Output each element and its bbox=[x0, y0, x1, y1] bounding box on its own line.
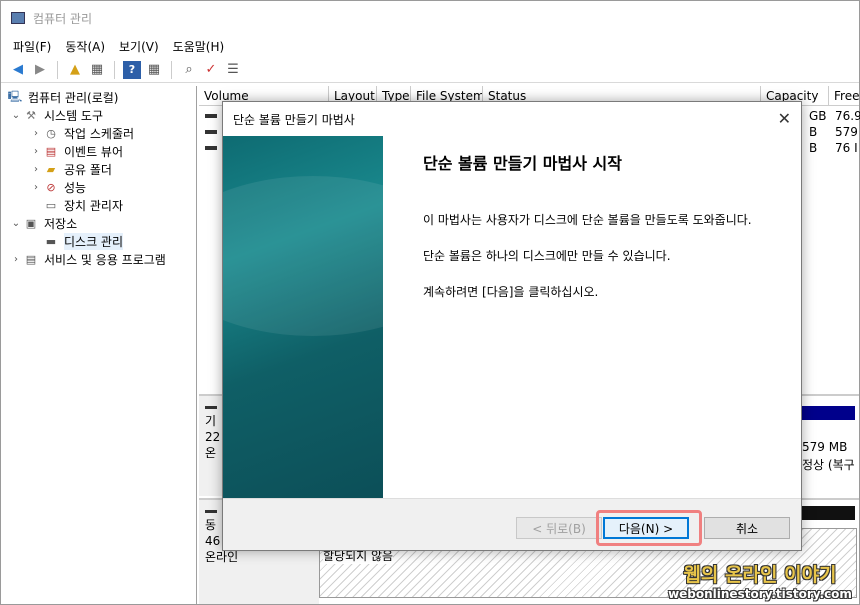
tree-label: 서비스 및 응용 프로그램 bbox=[44, 252, 166, 267]
tree-label: 시스템 도구 bbox=[44, 108, 104, 123]
tree-item-device-manager[interactable]: ▭ 장치 관리자 bbox=[1, 196, 196, 214]
free-cell: 579 bbox=[835, 125, 858, 139]
disk-icon bbox=[205, 406, 217, 409]
connect-icon[interactable]: ⌕ bbox=[180, 61, 198, 79]
menu-view[interactable]: 보기(V) bbox=[119, 38, 159, 55]
show-hide-pane-icon[interactable]: ▦ bbox=[145, 61, 163, 79]
tree-label: 작업 스케줄러 bbox=[64, 126, 135, 141]
close-icon[interactable]: ✕ bbox=[778, 109, 791, 128]
watermark-url: webonlinestory.tistory.com bbox=[668, 587, 852, 601]
wizard-heading: 단순 볼륨 만들기 마법사 시작 bbox=[423, 154, 622, 173]
capacity-cell: GB bbox=[809, 109, 827, 123]
cancel-button[interactable]: 취소 bbox=[704, 517, 790, 539]
next-button[interactable]: 다음(N) > bbox=[603, 517, 689, 539]
tree-item-event-viewer[interactable]: › ▤ 이벤트 뷰어 bbox=[1, 142, 196, 160]
chevron-right-icon[interactable]: › bbox=[29, 182, 43, 193]
disk-line: 온라인 bbox=[205, 550, 239, 564]
forward-arrow-icon[interactable]: ▶ bbox=[31, 61, 49, 79]
menu-file[interactable]: 파일(F) bbox=[13, 38, 51, 55]
chevron-right-icon[interactable]: › bbox=[29, 146, 43, 157]
disk-icon bbox=[205, 510, 217, 513]
back-button[interactable]: < 뒤로(B) bbox=[516, 517, 602, 539]
up-folder-icon[interactable]: ▲ bbox=[66, 61, 84, 79]
partition-size: 579 MB bbox=[802, 440, 848, 454]
disk-icon: ▬ bbox=[45, 234, 57, 248]
console-tree: 🖳 컴퓨터 관리(로컬) ⌄ ⚒ 시스템 도구 › ◷ 작업 스케줄러 › ▤ … bbox=[1, 86, 197, 604]
wizard-instruction: 계속하려면 [다음]을 클릭하십시오. bbox=[423, 285, 599, 299]
tree-label: 컴퓨터 관리(로컬) bbox=[28, 90, 119, 105]
menu-help[interactable]: 도움말(H) bbox=[173, 38, 225, 55]
volume-icon bbox=[205, 146, 217, 150]
free-cell: 76 I bbox=[835, 141, 858, 155]
watermark-title: 웹의 온라인 이야기 bbox=[683, 564, 837, 586]
volume-icon bbox=[205, 114, 217, 118]
shared-folder-icon: ▰ bbox=[46, 162, 56, 176]
wizard-description: 단순 볼륨은 하나의 디스크에만 만들 수 있습니다. bbox=[423, 249, 671, 263]
device-manager-icon: ▭ bbox=[45, 198, 57, 212]
tree-label: 저장소 bbox=[44, 216, 78, 231]
chevron-down-icon[interactable]: ⌄ bbox=[9, 218, 23, 229]
dialog-title-bar: 단순 볼륨 만들기 마법사 ✕ bbox=[223, 102, 801, 136]
tree-label: 성능 bbox=[64, 180, 87, 195]
tree-item-storage[interactable]: ⌄ ▣ 저장소 bbox=[1, 214, 196, 232]
tree-item-services[interactable]: › ▤ 서비스 및 응용 프로그램 bbox=[1, 250, 196, 268]
tree-label: 이벤트 뷰어 bbox=[64, 144, 124, 159]
toolbar-divider bbox=[114, 60, 115, 79]
help-icon[interactable]: ? bbox=[123, 60, 141, 79]
toolbar-divider bbox=[171, 60, 172, 79]
chevron-down-icon[interactable]: ⌄ bbox=[9, 110, 23, 121]
watermark: 웹의 온라인 이야기 webonlinestory.tistory.com bbox=[665, 560, 855, 601]
new-simple-volume-wizard: 단순 볼륨 만들기 마법사 ✕ 단순 볼륨 만들기 마법사 시작 이 마법사는 … bbox=[222, 101, 802, 551]
storage-icon: ▣ bbox=[25, 216, 37, 230]
tree-item-shared-folders[interactable]: › ▰ 공유 폴더 bbox=[1, 160, 196, 178]
partition-status: 정상 (복구 bbox=[802, 458, 855, 472]
clock-icon: ◷ bbox=[46, 126, 56, 140]
chevron-right-icon[interactable]: › bbox=[29, 164, 43, 175]
tree-item-task-scheduler[interactable]: › ◷ 작업 스케줄러 bbox=[1, 124, 196, 142]
volume-icon bbox=[205, 130, 217, 134]
event-viewer-icon: ▤ bbox=[45, 144, 57, 158]
tree-item-root[interactable]: 🖳 컴퓨터 관리(로컬) bbox=[1, 88, 196, 106]
services-icon: ▤ bbox=[25, 252, 37, 266]
tree-label: 공유 폴더 bbox=[64, 162, 112, 177]
unallocated-bar bbox=[797, 506, 855, 520]
partition-bar bbox=[797, 406, 855, 420]
performance-icon: ⊘ bbox=[46, 180, 56, 194]
tools-icon: ⚒ bbox=[26, 108, 36, 122]
chevron-right-icon[interactable]: › bbox=[29, 128, 43, 139]
menu-bar: 파일(F) 동작(A) 보기(V) 도움말(H) bbox=[1, 35, 859, 57]
tree-label: 디스크 관리 bbox=[64, 232, 124, 250]
computer-icon: 🖳 bbox=[7, 89, 23, 103]
chevron-right-icon[interactable]: › bbox=[9, 254, 23, 265]
title-bar: 컴퓨터 관리 bbox=[1, 1, 859, 35]
dialog-title: 단순 볼륨 만들기 마법사 bbox=[233, 112, 355, 127]
wizard-footer: < 뒤로(B) 다음(N) > 취소 bbox=[223, 498, 801, 550]
app-icon bbox=[11, 12, 25, 24]
properties-icon[interactable]: ☰ bbox=[224, 61, 242, 79]
tree-item-performance[interactable]: › ⊘ 성능 bbox=[1, 178, 196, 196]
capacity-cell: B bbox=[809, 141, 818, 155]
tree-item-system-tools[interactable]: ⌄ ⚒ 시스템 도구 bbox=[1, 106, 196, 124]
menu-action[interactable]: 동작(A) bbox=[65, 38, 105, 55]
tree-item-disk-management[interactable]: ▬ 디스크 관리 bbox=[1, 232, 196, 250]
wizard-body: 단순 볼륨 만들기 마법사 시작 이 마법사는 사용자가 디스크에 단순 볼륨을… bbox=[423, 136, 783, 300]
free-cell: 76.9 bbox=[835, 109, 860, 123]
tree-label: 장치 관리자 bbox=[64, 198, 124, 213]
console-tree-icon[interactable]: ▦ bbox=[88, 61, 106, 79]
wizard-banner-image bbox=[223, 136, 383, 498]
banner-swoosh bbox=[223, 176, 383, 336]
toolbar: ◀ ▶ ▲ ▦ ? ▦ ⌕ ✓ ☰ bbox=[1, 57, 859, 83]
capacity-cell: B bbox=[809, 125, 818, 139]
back-arrow-icon[interactable]: ◀ bbox=[9, 61, 27, 79]
check-icon[interactable]: ✓ bbox=[202, 61, 220, 79]
window-title: 컴퓨터 관리 bbox=[33, 11, 93, 26]
toolbar-divider bbox=[57, 60, 58, 79]
wizard-description: 이 마법사는 사용자가 디스크에 단순 볼륨을 만들도록 도와줍니다. bbox=[423, 213, 752, 227]
column-header-free[interactable]: Free bbox=[829, 86, 859, 105]
